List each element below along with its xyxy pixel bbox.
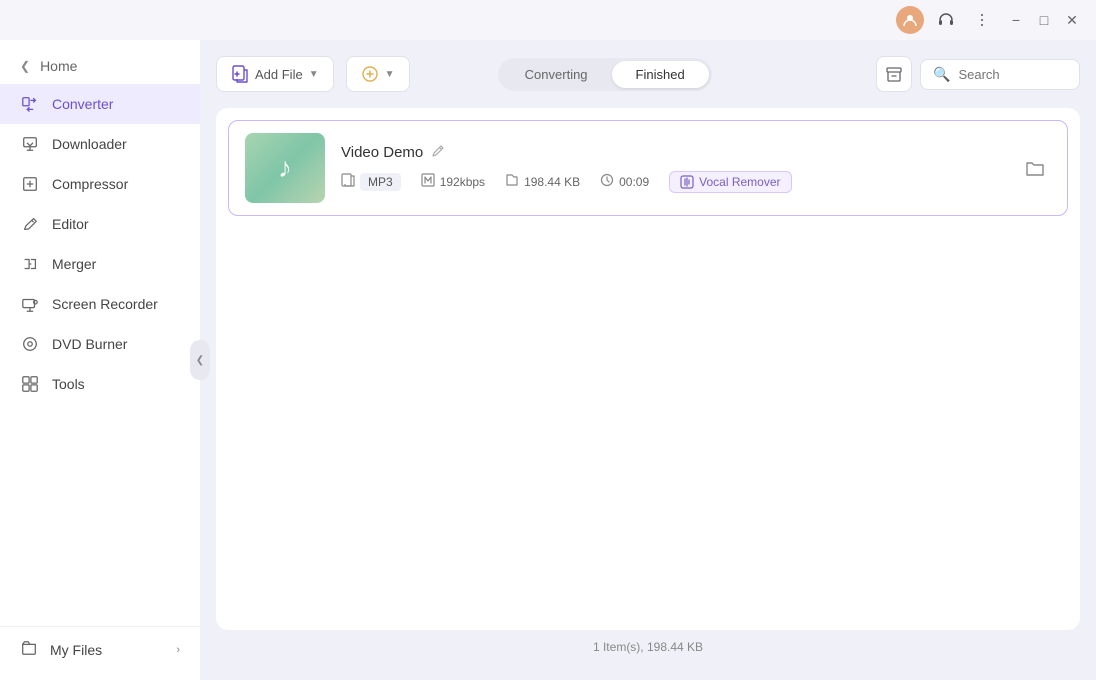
vocal-remover-label: Vocal Remover <box>699 175 780 189</box>
toggle-tabs: Converting Finished <box>498 58 712 91</box>
chevron-left-icon: ❮ <box>20 59 30 73</box>
meta-duration: 00:09 <box>600 173 649 190</box>
toolbar-right: 🔍 <box>876 56 1080 92</box>
meta-format: MP3 <box>341 173 401 191</box>
format-value: MP3 <box>360 173 401 191</box>
sidebar-item-dvd-burner[interactable]: DVD Burner <box>0 324 200 364</box>
vocal-remover-badge[interactable]: Vocal Remover <box>669 171 791 193</box>
add-options-button[interactable]: ▼ <box>346 56 410 92</box>
add-file-label: Add File <box>255 67 303 82</box>
title-bar: − □ ✕ <box>0 0 1096 40</box>
dvd-burner-label: DVD Burner <box>52 336 127 352</box>
headset-button[interactable] <box>932 6 960 34</box>
sidebar-item-home[interactable]: ❮ Home <box>0 48 200 84</box>
sidebar-item-downloader[interactable]: Downloader <box>0 124 200 164</box>
tab-converting[interactable]: Converting <box>501 61 612 88</box>
file-card: ♪ Video Demo <box>228 120 1068 216</box>
tools-label: Tools <box>52 376 85 392</box>
tab-finished[interactable]: Finished <box>612 61 709 88</box>
sidebar-item-tools[interactable]: Tools <box>0 364 200 404</box>
sidebar-item-converter[interactable]: Converter <box>0 84 200 124</box>
editor-label: Editor <box>52 216 89 232</box>
merger-label: Merger <box>52 256 96 272</box>
file-name: Video Demo <box>341 144 423 161</box>
collapse-handle[interactable]: ❮ <box>190 340 210 380</box>
search-input[interactable] <box>958 67 1067 82</box>
archive-button[interactable] <box>876 56 912 92</box>
user-avatar-button[interactable] <box>896 6 924 34</box>
add-file-button[interactable]: Add File ▼ <box>216 56 334 92</box>
window-controls: − □ ✕ <box>1004 8 1084 32</box>
downloader-label: Downloader <box>52 136 127 152</box>
main-content: Add File ▼ ▼ Converting Finished <box>200 40 1096 680</box>
bitrate-icon <box>421 173 435 190</box>
tools-icon <box>20 374 40 394</box>
duration-icon <box>600 173 614 190</box>
sidebar-bottom: My Files › <box>0 626 200 672</box>
duration-value: 00:09 <box>619 175 649 189</box>
file-name-row: Video Demo <box>341 144 1003 161</box>
file-list: ♪ Video Demo <box>216 108 1080 630</box>
file-info: Video Demo <box>341 144 1003 193</box>
screen-recorder-icon <box>20 294 40 314</box>
add-file-icon <box>231 65 249 83</box>
add-file-dropdown-icon: ▼ <box>309 69 319 80</box>
meta-size: 198.44 KB <box>505 173 580 190</box>
search-box: 🔍 <box>920 59 1080 90</box>
screen-recorder-label: Screen Recorder <box>52 296 158 312</box>
dvd-burner-icon <box>20 334 40 354</box>
search-icon: 🔍 <box>933 66 950 83</box>
file-thumbnail: ♪ <box>245 133 325 203</box>
file-meta: MP3 192kbps <box>341 171 1003 193</box>
sidebar-item-merger[interactable]: Merger <box>0 244 200 284</box>
myfiles-label: My Files <box>50 642 102 658</box>
edit-icon[interactable] <box>431 144 445 161</box>
add-options-icon <box>361 65 379 83</box>
merger-icon <box>20 254 40 274</box>
editor-icon <box>20 214 40 234</box>
status-text: 1 Item(s), 198.44 KB <box>593 640 703 654</box>
meta-bitrate: 192kbps <box>421 173 485 190</box>
downloader-icon <box>20 134 40 154</box>
compressor-label: Compressor <box>52 176 128 192</box>
maximize-button[interactable]: □ <box>1032 8 1056 32</box>
size-value: 198.44 KB <box>524 175 580 189</box>
sidebar-item-myfiles[interactable]: My Files › <box>0 627 200 672</box>
toolbar: Add File ▼ ▼ Converting Finished <box>216 56 1080 92</box>
home-label: Home <box>40 58 77 74</box>
converter-icon <box>20 94 40 114</box>
size-icon <box>505 173 519 190</box>
menu-button[interactable] <box>968 6 996 34</box>
file-actions <box>1019 152 1051 184</box>
add-options-dropdown-icon: ▼ <box>385 69 395 80</box>
open-folder-button[interactable] <box>1019 152 1051 184</box>
sidebar-item-compressor[interactable]: Compressor <box>0 164 200 204</box>
collapse-icon: ❮ <box>196 355 204 366</box>
music-note-icon: ♪ <box>278 152 292 184</box>
bitrate-value: 192kbps <box>440 175 485 189</box>
sidebar-item-screen-recorder[interactable]: Screen Recorder <box>0 284 200 324</box>
sidebar: ❮ Home Converter <box>0 40 200 680</box>
myfiles-icon <box>20 639 38 660</box>
close-button[interactable]: ✕ <box>1060 8 1084 32</box>
status-bar: 1 Item(s), 198.44 KB <box>216 630 1080 664</box>
converter-label: Converter <box>52 96 113 112</box>
myfiles-chevron-icon: › <box>176 644 180 656</box>
sidebar-item-editor[interactable]: Editor <box>0 204 200 244</box>
minimize-button[interactable]: − <box>1004 8 1028 32</box>
format-icon <box>341 173 355 190</box>
app-body: ❮ Home Converter <box>0 40 1096 680</box>
compressor-icon <box>20 174 40 194</box>
